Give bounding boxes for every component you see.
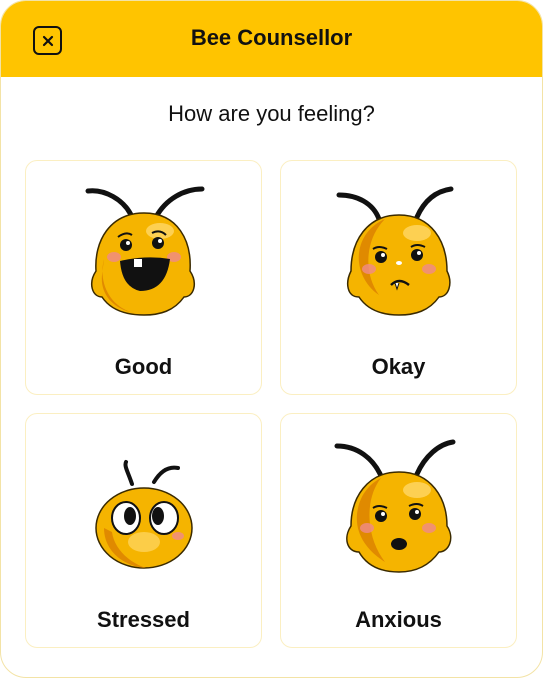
happy-bee-icon: [85, 186, 205, 316]
mood-label-good: Good: [114, 354, 173, 379]
mood-card-good[interactable]: Good: [25, 160, 262, 395]
page-title: Bee Counsellor: [190, 25, 353, 50]
mood-dialog: Bee Counsellor How are you feeling? Good: [0, 0, 543, 678]
stressed-bee-icon: [95, 460, 193, 569]
okay-bee-icon: [336, 186, 454, 316]
header-bar: Bee Counsellor: [1, 1, 542, 77]
mood-card-anxious[interactable]: Anxious: [280, 413, 517, 648]
anxious-bee-icon: [334, 439, 456, 573]
mood-label-okay: Okay: [371, 354, 426, 379]
feeling-question: How are you feeling?: [168, 101, 375, 126]
mood-card-okay[interactable]: Okay: [280, 160, 517, 395]
mood-card-stressed[interactable]: Stressed: [25, 413, 262, 648]
mood-label-anxious: Anxious: [355, 607, 442, 632]
mood-label-stressed: Stressed: [97, 607, 190, 632]
